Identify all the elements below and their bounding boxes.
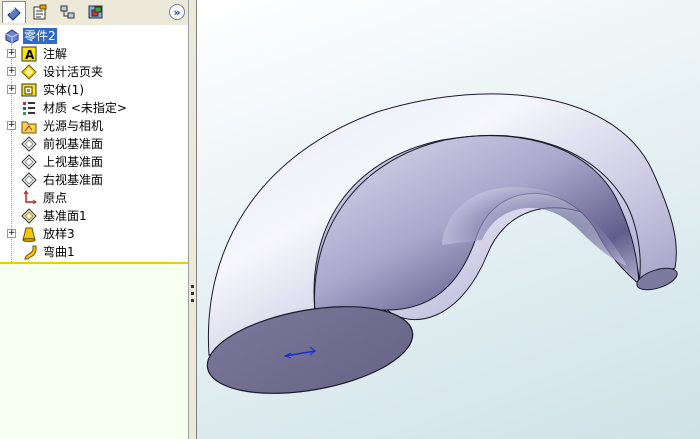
- tree-item-label: 材质 <未指定>: [43, 101, 127, 115]
- tree-item-label: 零件2: [23, 28, 57, 44]
- solid-bodies-icon: [21, 83, 37, 97]
- tree-item-label: 设计活页夹: [43, 65, 104, 79]
- tree-item-label: 光源与相机: [43, 119, 104, 133]
- tree-item-label: 基准面1: [43, 209, 87, 223]
- tree-item-label: 实体(1): [43, 83, 84, 97]
- design-binder-icon: [21, 64, 37, 80]
- plane-icon: [21, 154, 37, 170]
- expand-toggle[interactable]: +: [7, 121, 16, 130]
- tree-item-material[interactable]: 材质 <未指定>: [0, 99, 188, 117]
- panel-lower-area: [0, 264, 188, 439]
- expand-toggle[interactable]: +: [7, 67, 16, 76]
- plane-icon: [21, 208, 37, 224]
- splitter-grip: [191, 299, 194, 302]
- tree-item-top-plane[interactable]: 上视基准面: [0, 153, 188, 171]
- propertymanager-tab-icon: [33, 4, 47, 20]
- configurationmanager-tab-icon: [60, 5, 75, 19]
- tree-item-solid-bodies[interactable]: + 实体(1): [0, 81, 188, 99]
- configurationmanager-tab[interactable]: [56, 1, 80, 23]
- plane-icon: [21, 172, 37, 188]
- origin-icon: [23, 190, 37, 205]
- annotations-icon: A: [21, 46, 37, 62]
- tree-item-front-plane[interactable]: 前视基准面: [0, 135, 188, 153]
- tree-item-annotations[interactable]: + A 注解: [0, 45, 188, 63]
- feature-manager-panel: » 零件2 + A 注解 + 设计活页夹 + 实体(1) 材质 <未指定> + …: [0, 0, 189, 439]
- tree-item-label: 弯曲1: [43, 245, 75, 259]
- expand-panel-button[interactable]: »: [169, 4, 185, 20]
- tree-item-origin[interactable]: 原点: [0, 189, 188, 207]
- tree-item-part[interactable]: 零件2: [0, 27, 188, 45]
- tree-item-label: 前视基准面: [43, 137, 104, 151]
- expand-toggle[interactable]: +: [7, 229, 16, 238]
- tree-item-label: 上视基准面: [43, 155, 104, 169]
- expand-toggle[interactable]: +: [7, 49, 16, 58]
- featuremanager-tab[interactable]: [2, 1, 26, 23]
- tree-item-lights-cameras[interactable]: + 光源与相机: [0, 117, 188, 135]
- tree-item-label: 注解: [43, 47, 68, 61]
- flex-icon: [24, 245, 37, 260]
- material-icon: [23, 102, 35, 115]
- svg-text:A: A: [25, 48, 35, 62]
- splitter-grip: [191, 292, 194, 295]
- tree-item-plane1[interactable]: 基准面1: [0, 207, 188, 225]
- plane-icon: [21, 136, 37, 152]
- dimxpert-tab-icon: [88, 5, 103, 19]
- loft-icon: [22, 227, 36, 242]
- lights-cameras-icon: [21, 121, 37, 134]
- dimxpert-tab[interactable]: [84, 1, 108, 23]
- tree-item-flex1[interactable]: 弯曲1: [0, 243, 188, 261]
- propertymanager-tab[interactable]: [28, 1, 52, 23]
- tree-item-label: 右视基准面: [43, 173, 104, 187]
- splitter-grip: [191, 285, 194, 288]
- tree-item-right-plane[interactable]: 右视基准面: [0, 171, 188, 189]
- model-view: [206, 93, 678, 394]
- part-icon: [5, 29, 19, 44]
- featuremanager-tab-icon: [7, 6, 21, 21]
- graphics-area[interactable]: [197, 0, 700, 439]
- panel-tab-bar: »: [0, 0, 188, 26]
- tree-item-loft3[interactable]: + 放样3: [0, 225, 188, 243]
- tree-item-label: 原点: [43, 191, 68, 205]
- tree-item-label: 放样3: [43, 227, 75, 241]
- panel-splitter[interactable]: [189, 0, 197, 439]
- tree-item-design-binder[interactable]: + 设计活页夹: [0, 63, 188, 81]
- feature-tree: 零件2 + A 注解 + 设计活页夹 + 实体(1) 材质 <未指定> + 光源…: [0, 25, 188, 266]
- expand-toggle[interactable]: +: [7, 85, 16, 94]
- chevron-right-icon: »: [173, 6, 181, 19]
